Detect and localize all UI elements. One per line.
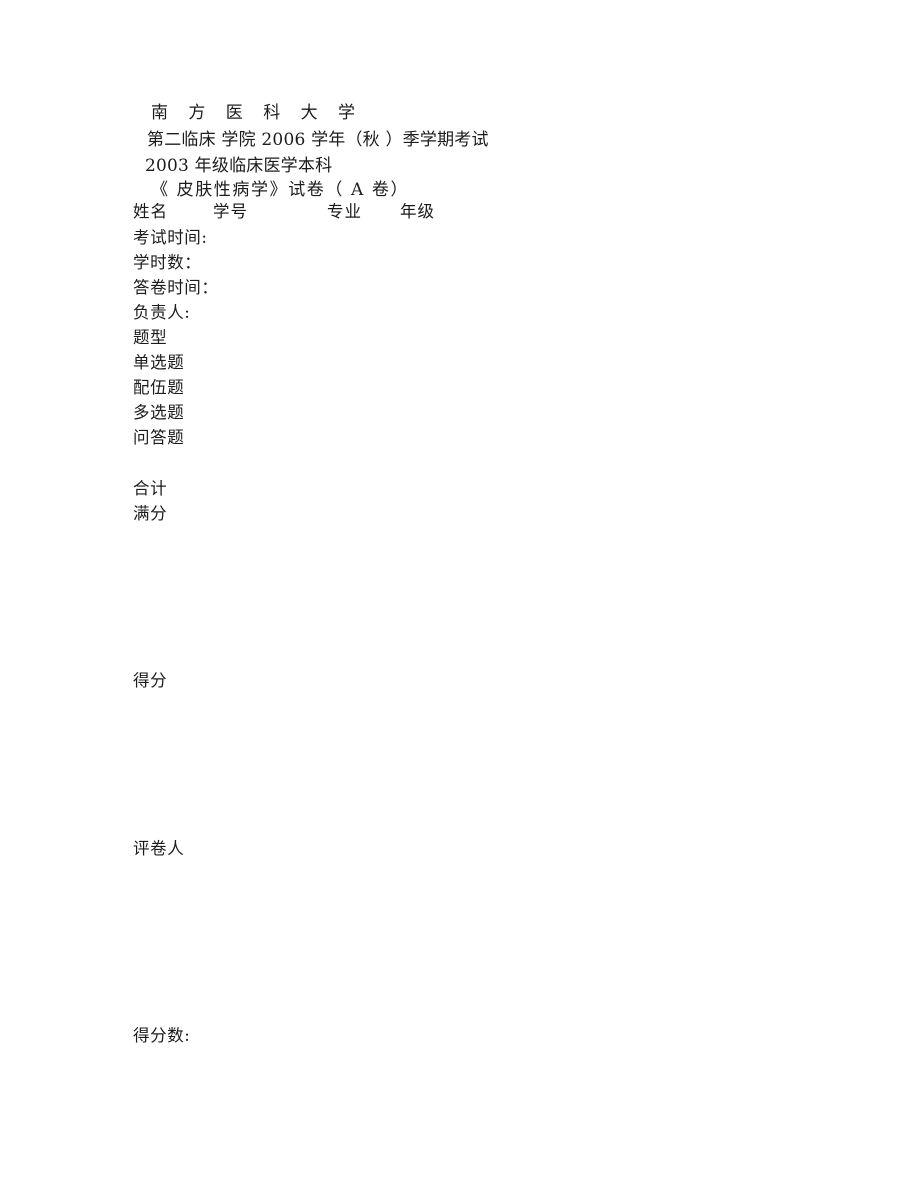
paper-title: 《 皮肤性病学》试卷（ A 卷）	[151, 180, 410, 200]
question-type-matching: 配伍题	[133, 378, 185, 397]
meta-person-in-charge: 负责人:	[133, 303, 191, 322]
score-table-header-question-type: 题型	[133, 328, 168, 347]
score-table-score-label: 得分	[133, 671, 168, 690]
exam-paper-page: 南 方 医 科 大 学 第二临床 学院 2006 学年（秋 ）季学期考试 200…	[0, 0, 920, 1191]
university-name: 南 方 医 科 大 学	[151, 103, 363, 123]
score-table-score-value-label: 得分数:	[133, 1026, 191, 1045]
student-field-row: 姓名 学号 专业 年级	[133, 202, 553, 226]
field-label-grade: 年级	[400, 202, 435, 221]
exam-session-line: 第二临床 学院 2006 学年（秋 ）季学期考试	[147, 130, 489, 150]
field-label-major: 专业	[327, 202, 362, 221]
question-type-short-answer: 问答题	[133, 428, 185, 447]
score-table-grader-label: 评卷人	[133, 839, 185, 858]
field-label-student-id: 学号	[213, 202, 248, 221]
meta-answer-duration: 答卷时间：	[133, 278, 219, 297]
question-type-single-choice: 单选题	[133, 353, 185, 372]
field-label-name: 姓名	[133, 202, 168, 221]
grade-and-major-line: 2003 年级临床医学本科	[145, 156, 333, 176]
meta-class-hours: 学时数：	[133, 253, 202, 272]
question-type-multiple-choice: 多选题	[133, 403, 185, 422]
score-table-full-marks-label: 满分	[133, 504, 168, 523]
meta-exam-time: 考试时间:	[133, 228, 208, 247]
score-table-total-label: 合计	[133, 479, 168, 498]
